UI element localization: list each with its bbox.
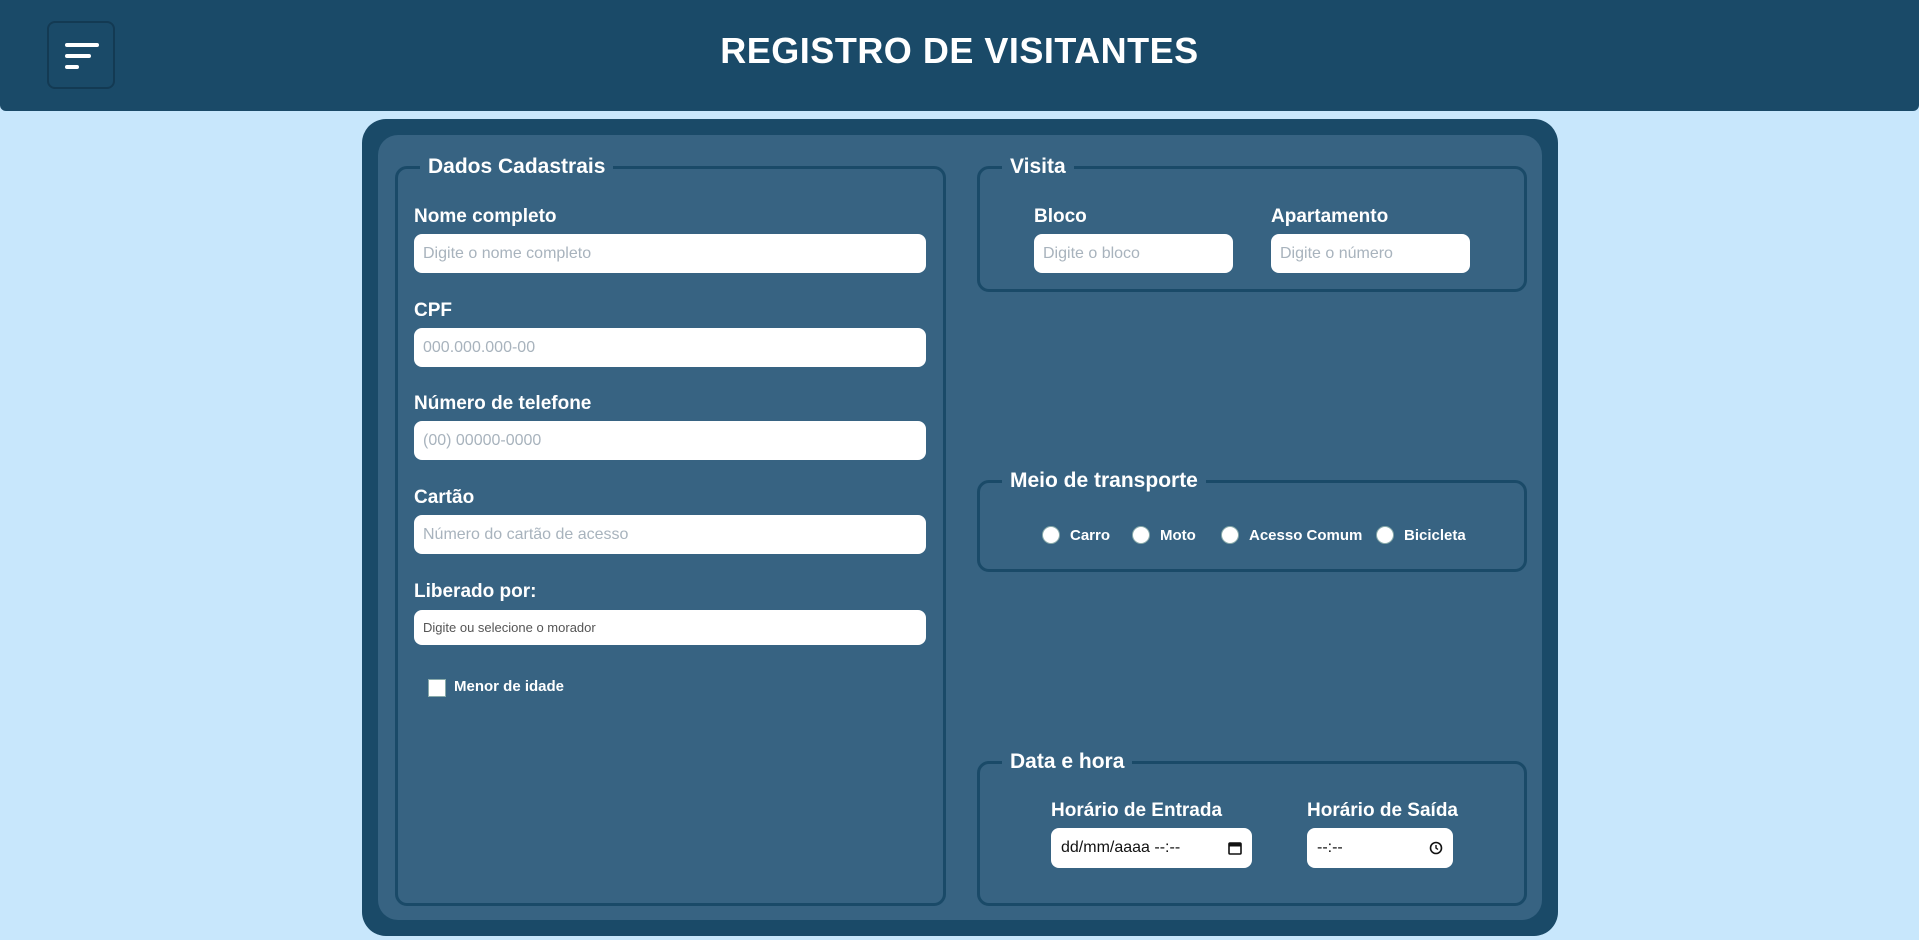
visita-fieldset: Visita Bloco Digite o bloco Apartamento … <box>977 153 1527 292</box>
transporte-legend: Meio de transporte <box>1002 467 1206 495</box>
nome-input[interactable]: Digite o nome completo <box>414 234 926 273</box>
data-hora-legend: Data e hora <box>1002 748 1133 776</box>
entrada-value: dd/mm/aaaa --:-- <box>1061 839 1181 856</box>
radio-bicicleta[interactable] <box>1376 526 1394 544</box>
saida-value: --:-- <box>1317 839 1343 856</box>
radio-label-bicicleta: Bicicleta <box>1404 526 1466 544</box>
radio-label-acesso-comum: Acesso Comum <box>1249 526 1363 544</box>
entrada-label: Horário de Entrada <box>1051 800 1223 821</box>
saida-label: Horário de Saída <box>1307 800 1458 821</box>
telefone-label: Número de telefone <box>414 393 592 414</box>
dados-cadastrais-fieldset: Dados Cadastrais Nome completo Digite o … <box>395 153 946 906</box>
visita-legend: Visita <box>1002 153 1074 181</box>
transporte-fieldset: Meio de transporte Carro Moto Acesso Com… <box>977 467 1527 572</box>
entrada-input[interactable]: dd/mm/aaaa --:-- <box>1051 828 1252 868</box>
radio-option-moto[interactable]: Moto <box>1132 526 1196 544</box>
radio-option-acesso-comum[interactable]: Acesso Comum <box>1221 526 1362 544</box>
radio-moto[interactable] <box>1132 526 1150 544</box>
dados-cadastrais-legend: Dados Cadastrais <box>420 153 614 181</box>
cartao-label: Cartão <box>414 487 475 508</box>
data-hora-fieldset: Data e hora Horário de Entrada dd/mm/aaa… <box>977 748 1527 906</box>
clock-icon[interactable] <box>1429 841 1443 855</box>
form-container: Dados Cadastrais Nome completo Digite o … <box>362 119 1558 936</box>
calendar-icon[interactable] <box>1228 841 1242 855</box>
liberado-label: Liberado por: <box>414 581 537 602</box>
liberado-input[interactable]: Digite ou selecione o morador <box>414 610 926 645</box>
radio-label-carro: Carro <box>1070 526 1111 544</box>
apartamento-label: Apartamento <box>1271 206 1389 227</box>
page-title: REGISTRO DE VISITANTES <box>720 30 1199 71</box>
menor-idade-label: Menor de idade <box>454 678 565 695</box>
cpf-input[interactable]: 000.000.000-00 <box>414 328 926 367</box>
radio-option-carro[interactable]: Carro <box>1042 526 1110 544</box>
apartamento-input[interactable]: Digite o número <box>1271 234 1470 273</box>
telefone-input[interactable]: (00) 00000-0000 <box>414 421 926 460</box>
radio-option-bicicleta[interactable]: Bicicleta <box>1376 526 1466 544</box>
cpf-label: CPF <box>414 300 452 321</box>
header-bar: REGISTRO DE VISITANTES <box>0 0 1919 111</box>
nome-label: Nome completo <box>414 206 557 227</box>
saida-input[interactable]: --:-- <box>1307 828 1453 868</box>
bloco-input[interactable]: Digite o bloco <box>1034 234 1233 273</box>
form-panel: Dados Cadastrais Nome completo Digite o … <box>378 135 1542 920</box>
radio-carro[interactable] <box>1042 526 1060 544</box>
menor-idade-checkbox[interactable] <box>428 679 446 697</box>
cartao-input[interactable]: Número do cartão de acesso <box>414 515 926 554</box>
bloco-label: Bloco <box>1034 206 1087 227</box>
radio-label-moto: Moto <box>1160 526 1196 544</box>
radio-acesso-comum[interactable] <box>1221 526 1239 544</box>
